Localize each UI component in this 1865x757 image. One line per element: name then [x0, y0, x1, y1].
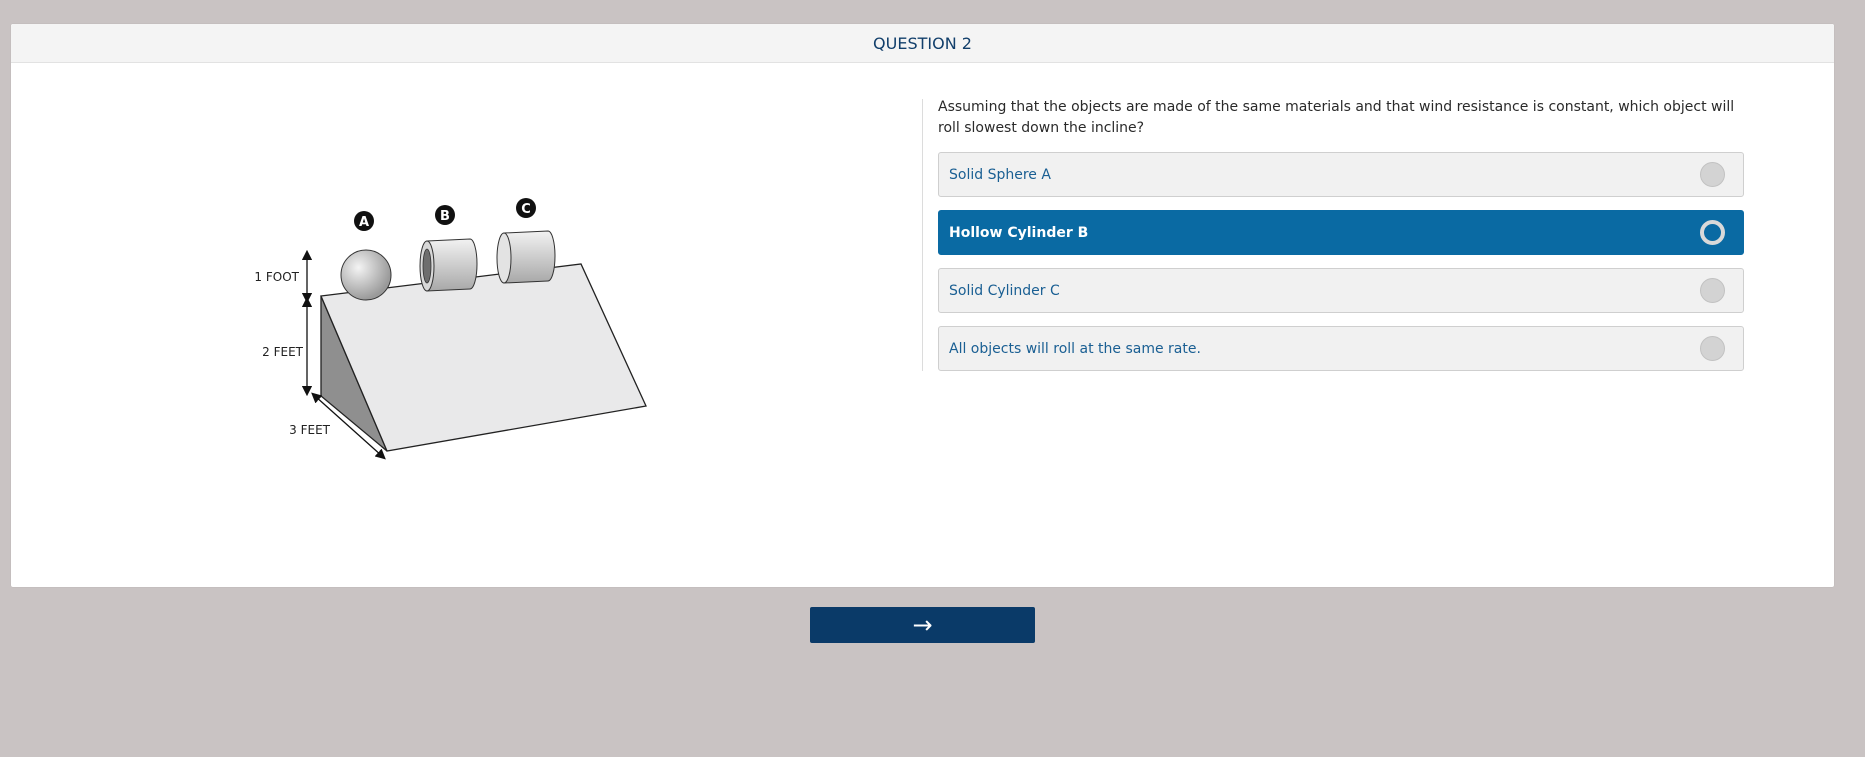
radio-selected-icon[interactable]	[1700, 220, 1725, 245]
question-card: QUESTION 2 A B C 1 FOOT 2 FEET 3 FEET As…	[11, 24, 1834, 587]
label-c-badge: C	[516, 198, 536, 218]
question-header: QUESTION 2	[11, 24, 1834, 63]
question-title: QUESTION 2	[873, 33, 972, 53]
next-button[interactable]: →	[810, 607, 1035, 643]
dim-label-1-foot: 1 FOOT	[254, 270, 299, 284]
svg-text:B: B	[440, 209, 450, 224]
sphere-a	[340, 249, 392, 301]
radio-icon[interactable]	[1700, 336, 1725, 361]
option-all-same-rate[interactable]: All objects will roll at the same rate.	[938, 326, 1744, 371]
question-text: Assuming that the objects are made of th…	[938, 99, 1735, 136]
option-solid-sphere-a[interactable]: Solid Sphere A	[938, 152, 1744, 197]
option-label: Solid Cylinder C	[949, 282, 1060, 299]
label-b-badge: B	[435, 205, 455, 225]
dim-label-2-feet: 2 FEET	[262, 345, 304, 359]
arrow-right-icon: →	[912, 611, 933, 639]
label-a-badge: A	[354, 211, 374, 231]
solid-cylinder-c	[496, 230, 556, 284]
svg-text:C: C	[521, 202, 531, 217]
incline-illustration: A B C 1 FOOT 2 FEET 3 FEET	[231, 174, 671, 474]
dim-label-3-feet: 3 FEET	[289, 423, 331, 437]
option-label: Hollow Cylinder B	[949, 224, 1089, 241]
answer-options: Solid Sphere A Hollow Cylinder B Solid C…	[938, 152, 1744, 384]
option-solid-cylinder-c[interactable]: Solid Cylinder C	[938, 268, 1744, 313]
option-label: All objects will roll at the same rate.	[949, 340, 1201, 357]
hollow-cylinder-b	[419, 238, 478, 292]
column-divider	[922, 99, 923, 371]
option-hollow-cylinder-b[interactable]: Hollow Cylinder B	[938, 210, 1744, 255]
svg-text:A: A	[359, 215, 369, 230]
radio-icon[interactable]	[1700, 278, 1725, 303]
option-label: Solid Sphere A	[949, 166, 1051, 183]
radio-icon[interactable]	[1700, 162, 1725, 187]
